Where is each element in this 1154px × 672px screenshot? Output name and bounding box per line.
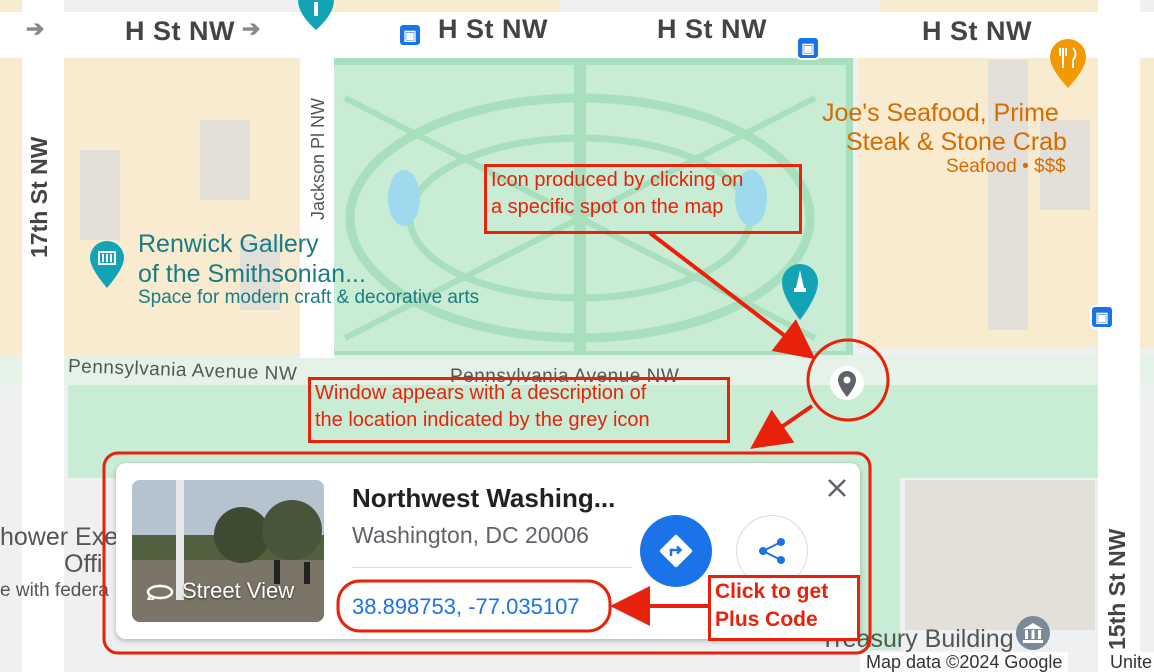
jackson-place-label: Jackson Pl NW	[308, 97, 328, 220]
eisenhower-building-title[interactable]: hower Exe	[0, 522, 118, 552]
one-way-arrow-icon: ➔	[242, 16, 261, 41]
annotation-window-note: Window appears with a description of the…	[308, 377, 730, 443]
17th-street-label: 17th St NW	[26, 136, 52, 258]
h-street-label: H St NW	[922, 16, 1032, 46]
building	[80, 150, 120, 240]
city-block	[0, 58, 22, 358]
city-block	[320, 0, 560, 12]
country-attribution[interactable]: Unite	[1106, 652, 1154, 672]
h-street-label: H St NW	[438, 14, 548, 44]
place-address: Washington, DC 20006	[352, 522, 589, 548]
renwick-gallery-title[interactable]: Renwick Gallery	[138, 229, 319, 259]
pond	[388, 170, 420, 226]
landmark-pin-icon[interactable]	[296, 0, 336, 32]
card-divider	[352, 567, 632, 568]
street-view-label: Street View	[182, 578, 295, 603]
close-icon	[828, 479, 846, 497]
annotation-text: Plus Code	[715, 608, 818, 631]
south-park	[860, 470, 900, 650]
h-street-label: H St NW	[657, 14, 767, 44]
directions-icon	[659, 534, 693, 568]
annotation-plus-code-note: Click to get Plus Code	[708, 575, 860, 641]
restaurant-pin-icon[interactable]	[1048, 38, 1088, 90]
15th-street-label: 15th St NW	[1104, 528, 1130, 650]
monument-pin-icon[interactable]	[780, 262, 820, 322]
joes-seafood-category: Seafood • $$$	[946, 156, 1066, 177]
renwick-gallery-description: Space for modern craft & decorative arts	[138, 287, 480, 308]
eisenhower-building-description: e with federa	[0, 580, 109, 601]
treasury-building	[905, 480, 1095, 630]
joes-seafood-title[interactable]: Joe's Seafood, Prime	[822, 98, 1059, 128]
one-way-arrow-icon: ➔	[26, 16, 45, 41]
directions-button[interactable]	[640, 515, 712, 587]
annotation-text: Window appears with a description of	[315, 382, 647, 404]
annotation-text: a specific spot on the map	[491, 196, 724, 218]
annotation-icon-note: Icon produced by clicking on a specific …	[484, 164, 802, 234]
annotation-text: Icon produced by clicking on	[491, 169, 744, 191]
h-street-label: H St NW	[125, 16, 235, 46]
place-title: Northwest Washing...	[352, 483, 616, 513]
government-building-icon[interactable]	[1014, 614, 1052, 652]
bus-stop-icon[interactable]: ▣	[796, 36, 820, 60]
annotation-text: Click to get	[715, 580, 829, 603]
coordinates-link[interactable]: 38.898753, -77.035107	[352, 594, 580, 620]
street-view-icon	[146, 584, 174, 600]
map-attribution[interactable]: Map data ©2024 Google	[860, 652, 1069, 672]
city-block	[880, 0, 1100, 12]
close-button[interactable]	[822, 473, 852, 503]
bus-stop-icon[interactable]: ▣	[1090, 305, 1114, 329]
building	[200, 120, 250, 200]
annotation-text: the location indicated by the grey icon	[315, 409, 650, 431]
eisenhower-building-title[interactable]: Offi	[64, 549, 102, 579]
dropped-pin-icon[interactable]	[828, 364, 866, 402]
renwick-gallery-title[interactable]: of the Smithsonian...	[138, 259, 366, 289]
museum-pin-icon[interactable]	[88, 240, 126, 290]
bus-stop-icon[interactable]: ▣	[398, 23, 422, 47]
street-view-button[interactable]: Street View	[146, 578, 294, 604]
17th-street-road	[22, 0, 64, 672]
joes-seafood-title[interactable]: Steak & Stone Crab	[846, 127, 1067, 157]
street-view-thumbnail[interactable]: Street View	[132, 480, 324, 622]
